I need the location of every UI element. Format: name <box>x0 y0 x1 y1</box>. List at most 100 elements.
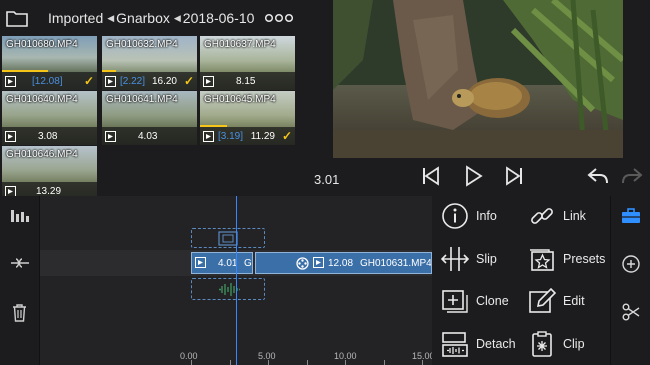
play-icon[interactable] <box>462 165 484 187</box>
add-icon[interactable] <box>622 255 640 273</box>
scissors-icon[interactable] <box>622 303 640 321</box>
clone-icon <box>442 290 468 313</box>
link-icon <box>531 208 553 224</box>
track-link-icon[interactable] <box>10 256 30 270</box>
link-button[interactable]: Link <box>527 199 586 233</box>
edit-icon <box>529 287 557 313</box>
media-filename: GH010640.MP4 <box>6 94 78 105</box>
used-duration: [3.19] <box>218 131 244 142</box>
video-clip-icon <box>203 131 214 142</box>
detach-button[interactable]: Detach <box>440 327 516 361</box>
clone-button[interactable]: Clone <box>440 284 509 318</box>
ruler-tick <box>422 360 423 365</box>
folder-icon[interactable] <box>6 9 28 27</box>
timecode: 3.01 <box>314 172 340 187</box>
detach-label: Detach <box>476 337 516 351</box>
clip-button[interactable]: Clip <box>527 327 585 361</box>
playhead[interactable] <box>236 196 237 365</box>
media-thumbnail[interactable]: GH010640.MP4 3.08 <box>2 91 97 145</box>
media-thumbnail[interactable]: GH010637.MP4 8.15 <box>200 36 295 90</box>
video-clip-icon <box>313 257 324 268</box>
media-thumbnail[interactable]: GH010646.MP4 13.29 <box>2 146 97 200</box>
redo-icon[interactable] <box>620 165 644 187</box>
video-clip-icon <box>105 76 116 87</box>
media-filename: GH010637.MP4 <box>204 39 276 50</box>
video-placeholder[interactable] <box>191 228 265 248</box>
media-thumbnail[interactable]: GH010632.MP4 [2.22] 16.20 ✓ <box>102 36 197 90</box>
media-thumbnail[interactable]: GH010641.MP4 4.03 <box>102 91 197 145</box>
skip-forward-icon[interactable] <box>503 165 525 187</box>
info-button[interactable]: Info <box>440 199 497 233</box>
checkmark-icon: ✓ <box>83 74 94 88</box>
preview-frame-image <box>333 0 623 158</box>
edit-button[interactable]: Edit <box>527 284 585 318</box>
presets-button[interactable]: Presets <box>527 242 605 276</box>
breadcrumb-separator-icon: ◀ <box>107 12 115 23</box>
clone-label: Clone <box>476 294 509 308</box>
more-options-icon[interactable] <box>265 12 293 24</box>
trash-icon[interactable] <box>12 304 27 322</box>
breadcrumb-device[interactable]: Gnarbox <box>116 10 170 26</box>
ruler-tick <box>268 360 269 365</box>
media-filename: GH010646.MP4 <box>6 149 78 160</box>
ruler-tick <box>384 360 385 365</box>
clip-name: G <box>244 258 252 269</box>
media-filename: GH010645.MP4 <box>204 94 276 105</box>
used-duration: [2.22] <box>120 76 146 87</box>
clip-icon <box>532 331 552 357</box>
video-clip-icon <box>195 257 206 268</box>
info-label: Info <box>476 209 497 223</box>
link-label: Link <box>563 209 586 223</box>
media-thumbnail[interactable]: GH010680.MP4 [12.08] ✓ <box>2 36 97 90</box>
detach-icon <box>442 332 468 357</box>
video-clip-icon <box>203 76 214 87</box>
undo-icon[interactable] <box>586 165 610 187</box>
slip-icon <box>440 247 470 271</box>
media-filename: GH010632.MP4 <box>106 39 178 50</box>
video-preview[interactable] <box>333 0 623 158</box>
slip-label: Slip <box>476 252 497 266</box>
info-icon <box>442 203 468 229</box>
used-duration: [12.08] <box>32 76 63 87</box>
edit-label: Edit <box>563 294 585 308</box>
checkmark-icon: ✓ <box>281 129 292 143</box>
ruler-label: 0.00 <box>180 351 198 361</box>
ruler-tick <box>345 360 346 365</box>
media-thumbnail[interactable]: GH010645.MP4 [3.19] 11.29 ✓ <box>200 91 295 145</box>
video-clip-icon <box>105 131 116 142</box>
presets-label: Presets <box>563 252 606 266</box>
clip-duration: 11.29 <box>250 131 275 142</box>
clip-duration: 16.20 <box>151 76 177 87</box>
ruler-tick <box>191 360 192 365</box>
ruler-tick <box>307 360 308 365</box>
media-filename: GH010641.MP4 <box>106 94 178 105</box>
skip-back-icon[interactable] <box>420 165 442 187</box>
slip-button[interactable]: Slip <box>440 242 497 276</box>
audio-levels-icon[interactable] <box>11 208 29 222</box>
toolbox-icon[interactable] <box>621 208 641 224</box>
media-grid: GH010680.MP4 [12.08] ✓ GH010632.MP4 [2.2… <box>0 36 300 200</box>
checkmark-icon: ✓ <box>183 74 194 88</box>
ruler-tick <box>230 360 231 365</box>
timeline-clip[interactable]: 4.01 G <box>191 252 253 274</box>
media-filename: GH010680.MP4 <box>6 39 78 50</box>
clip-duration: 3.08 <box>38 131 58 142</box>
clip-label: Clip <box>563 337 585 351</box>
video-clip-icon <box>5 131 16 142</box>
film-reel-icon <box>296 257 309 270</box>
breadcrumb-folder[interactable]: Imported <box>48 10 103 26</box>
breadcrumb-date[interactable]: 2018-06-10 <box>183 10 255 26</box>
clip-duration: 4.03 <box>138 131 158 142</box>
audio-placeholder[interactable] <box>191 278 265 300</box>
clip-actions-panel: Info Link Slip Presets Clone Edit Detach… <box>432 196 608 365</box>
presets-icon <box>530 249 554 271</box>
browser-header: Imported ◀ Gnarbox ◀ 2018-06-10 <box>0 0 300 36</box>
clip-duration: 8.15 <box>236 76 256 87</box>
clip-duration: 4.01 <box>218 258 238 269</box>
ruler-label: 5.00 <box>258 351 276 361</box>
clip-name: GH010631.MP4 <box>360 258 432 269</box>
breadcrumb: Imported ◀ Gnarbox ◀ 2018-06-10 <box>48 10 254 26</box>
timeline-tools <box>0 196 40 365</box>
breadcrumb-separator-icon: ◀ <box>173 12 181 23</box>
timeline-clip[interactable]: 12.08 GH010631.MP4 <box>255 252 432 274</box>
